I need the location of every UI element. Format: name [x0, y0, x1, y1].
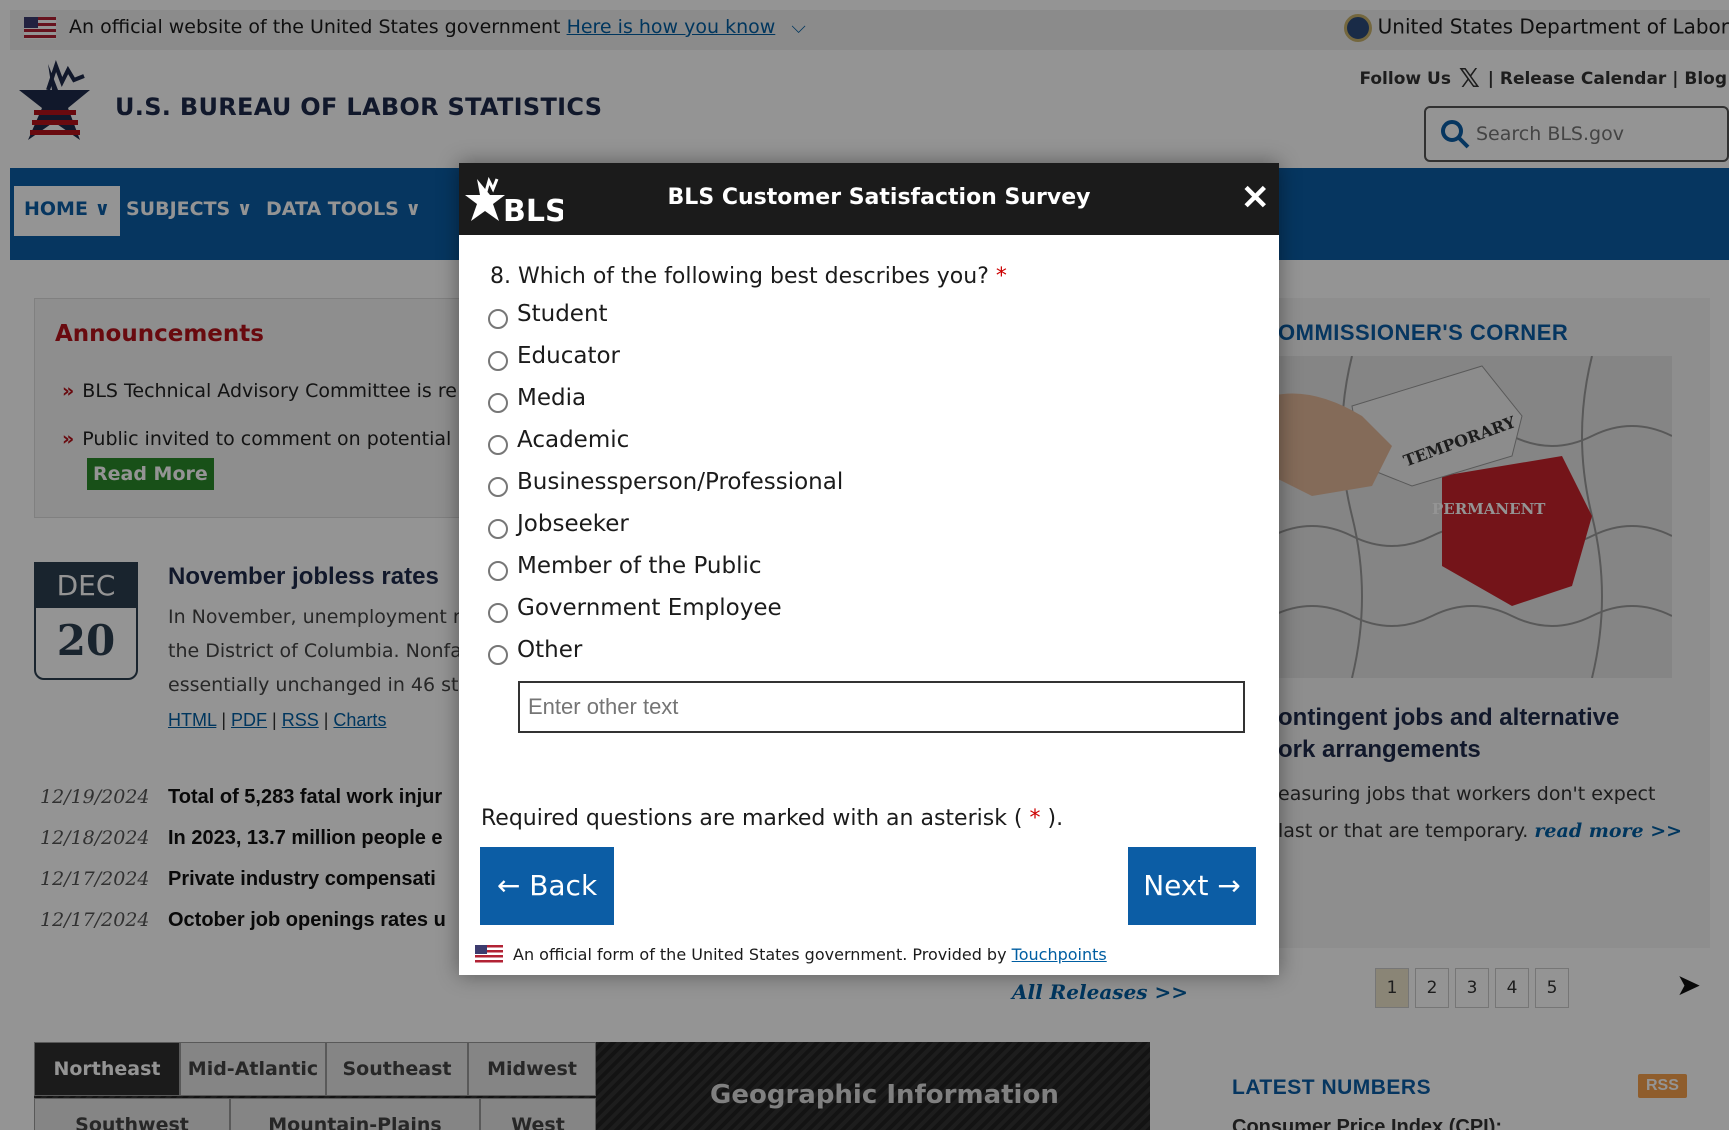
back-button[interactable]: ← Back: [480, 847, 614, 925]
modal-title: BLS Customer Satisfaction Survey: [667, 185, 1091, 210]
question-label: 8. Which of the following best describes…: [490, 264, 989, 289]
option-label[interactable]: Jobseeker: [517, 511, 629, 537]
us-flag-icon: [475, 945, 503, 963]
option-label[interactable]: Businessperson/Professional: [517, 469, 843, 495]
radio-button[interactable]: [488, 519, 508, 539]
radio-button[interactable]: [488, 435, 508, 455]
touchpoints-link[interactable]: Touchpoints: [1012, 945, 1107, 964]
option-label[interactable]: Government Employee: [517, 595, 782, 621]
radio-button[interactable]: [488, 477, 508, 497]
required-note-text: Required questions are marked with an as…: [481, 806, 1023, 831]
required-asterisk: *: [995, 264, 1007, 289]
option-label[interactable]: Student: [517, 301, 608, 327]
footer-text: An official form of the United States go…: [513, 945, 1007, 964]
radio-button[interactable]: [488, 603, 508, 623]
required-asterisk: *: [1029, 806, 1041, 831]
option-label[interactable]: Other: [517, 637, 582, 663]
other-text-input[interactable]: [518, 681, 1245, 733]
next-button[interactable]: Next →: [1128, 847, 1256, 925]
radio-button[interactable]: [488, 393, 508, 413]
radio-button[interactable]: [488, 351, 508, 371]
radio-button[interactable]: [488, 645, 508, 665]
radio-button[interactable]: [488, 309, 508, 329]
option-label[interactable]: Media: [517, 385, 586, 411]
form-footer: An official form of the United States go…: [475, 945, 1107, 964]
close-icon[interactable]: ✕: [1241, 181, 1270, 215]
survey-modal: BLS BLS Customer Satisfaction Survey ✕ 8…: [459, 163, 1279, 975]
option-label[interactable]: Member of the Public: [517, 553, 762, 579]
modal-header: BLS BLS Customer Satisfaction Survey ✕: [459, 163, 1279, 235]
option-label[interactable]: Educator: [517, 343, 620, 369]
required-note-end: ).: [1047, 806, 1064, 831]
radio-button[interactable]: [488, 561, 508, 581]
question-text: 8. Which of the following best describes…: [490, 264, 1007, 289]
required-note: Required questions are marked with an as…: [481, 806, 1063, 831]
option-label[interactable]: Academic: [517, 427, 629, 453]
